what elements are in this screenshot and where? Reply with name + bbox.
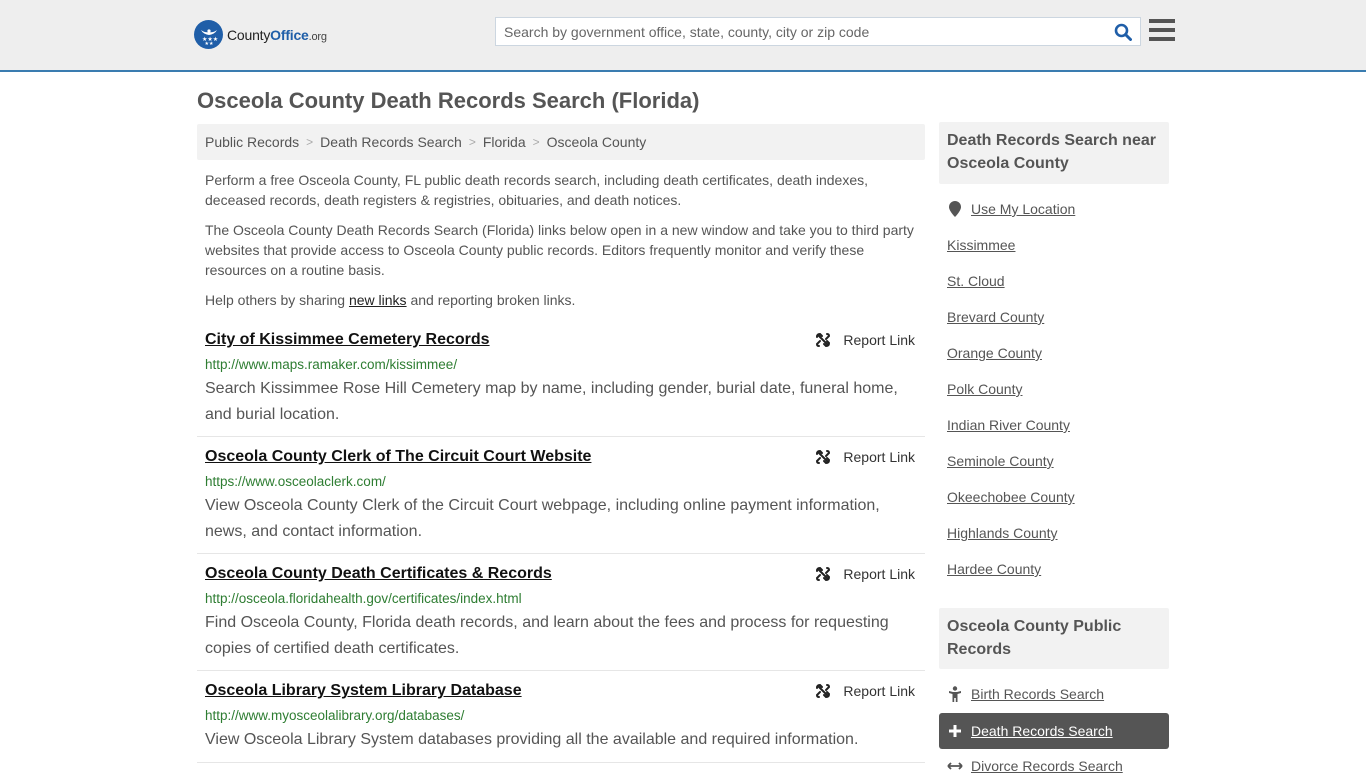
listing-item: City of Kissimmee Cemetery Records Repor… bbox=[197, 331, 925, 437]
arrows-horizontal-icon bbox=[947, 761, 963, 771]
report-link-label: Report Link bbox=[843, 566, 915, 582]
breadcrumb-public-records[interactable]: Public Records bbox=[205, 134, 299, 150]
nearby-link[interactable]: Okeechobee County bbox=[947, 489, 1075, 505]
broken-link-icon bbox=[816, 332, 831, 348]
nearby-link[interactable]: Hardee County bbox=[947, 561, 1041, 577]
listing-url: http://osceola.floridahealth.gov/certifi… bbox=[205, 591, 522, 606]
breadcrumb-death-records-search[interactable]: Death Records Search bbox=[320, 134, 462, 150]
listing-title-link[interactable]: Osceola County Death Certificates & Reco… bbox=[205, 565, 552, 583]
listing-description: Search Kissimmee Rose Hill Cemetery map … bbox=[205, 380, 898, 423]
intro-paragraph: Perform a free Osceola County, FL public… bbox=[205, 172, 869, 208]
help-paragraph: Help others by sharing new links and rep… bbox=[205, 290, 920, 310]
menu-bar bbox=[1149, 37, 1175, 41]
nearby-link[interactable]: Indian River County bbox=[947, 417, 1070, 433]
menu-bar bbox=[1149, 19, 1175, 23]
listing-description: View Osceola County Clerk of the Circuit… bbox=[205, 497, 880, 540]
report-link-button[interactable]: Report Link bbox=[815, 449, 915, 465]
new-links-link[interactable]: new links bbox=[349, 292, 407, 308]
search-button[interactable] bbox=[1106, 18, 1140, 45]
eagle-stars-icon: ★★★ ★★ bbox=[194, 20, 223, 49]
nearby-link[interactable]: Kissimmee bbox=[947, 237, 1015, 253]
listing-url: https://www.osceolaclerk.com/ bbox=[205, 474, 386, 489]
broken-link-icon bbox=[816, 449, 831, 465]
listing-description: Find Osceola County, Florida death recor… bbox=[205, 614, 889, 657]
listing-url: http://www.myosceolalibrary.org/database… bbox=[205, 708, 465, 723]
report-link-button[interactable]: Report Link bbox=[815, 683, 915, 699]
sidebar-item-divorce-records[interactable]: Divorce Records Search bbox=[947, 758, 1123, 774]
breadcrumb-separator: > bbox=[306, 135, 314, 149]
site-logo[interactable]: ★★★ ★★ CountyOffice.org bbox=[194, 20, 327, 49]
listing-title-link[interactable]: Osceola Library System Library Database bbox=[205, 682, 522, 700]
sidebar-item-death-records[interactable]: Death Records Search bbox=[939, 713, 1169, 749]
disclaimer-paragraph: The Osceola County Death Records Search … bbox=[205, 222, 914, 278]
listing-item: Osceola County Clerk of The Circuit Cour… bbox=[197, 448, 925, 554]
nearby-heading: Death Records Search near Osceola County bbox=[939, 122, 1169, 184]
listing-title-link[interactable]: Osceola County Clerk of The Circuit Cour… bbox=[205, 448, 591, 466]
menu-bar bbox=[1149, 28, 1175, 32]
site-header: ★★★ ★★ CountyOffice.org bbox=[0, 0, 1366, 72]
sidebar-item-birth-records[interactable]: Birth Records Search bbox=[947, 686, 1104, 702]
logo-wordmark: CountyOffice.org bbox=[227, 26, 327, 43]
page-title: Osceola County Death Records Search (Flo… bbox=[197, 88, 700, 113]
report-link-label: Report Link bbox=[843, 449, 915, 465]
search-bar bbox=[495, 17, 1141, 46]
report-link-label: Report Link bbox=[843, 683, 915, 699]
nearby-link[interactable]: Polk County bbox=[947, 381, 1022, 397]
hamburger-menu-button[interactable] bbox=[1149, 19, 1175, 43]
broken-link-icon bbox=[816, 683, 831, 699]
broken-link-icon bbox=[816, 566, 831, 582]
nearby-link[interactable]: Highlands County bbox=[947, 525, 1058, 541]
listing-title-link[interactable]: City of Kissimmee Cemetery Records bbox=[205, 331, 490, 349]
nearby-link[interactable]: Orange County bbox=[947, 345, 1042, 361]
use-my-location[interactable]: Use My Location bbox=[947, 201, 1075, 217]
map-marker-icon bbox=[947, 201, 963, 217]
help-text: Help others by sharing bbox=[205, 292, 349, 308]
nearby-link[interactable]: Brevard County bbox=[947, 309, 1044, 325]
breadcrumb-separator: > bbox=[468, 135, 476, 149]
report-link-button[interactable]: Report Link bbox=[815, 332, 915, 348]
listing-description: View Osceola Library System databases pr… bbox=[205, 731, 859, 748]
help-text: and reporting broken links. bbox=[406, 292, 576, 308]
birth-records-link[interactable]: Birth Records Search bbox=[971, 686, 1104, 702]
nearby-link[interactable]: St. Cloud bbox=[947, 273, 1005, 289]
svg-text:★★: ★★ bbox=[204, 41, 213, 46]
child-icon bbox=[947, 686, 963, 702]
breadcrumb: Public Records > Death Records Search > … bbox=[197, 124, 925, 160]
report-link-label: Report Link bbox=[843, 332, 915, 348]
report-link-button[interactable]: Report Link bbox=[815, 566, 915, 582]
use-my-location-link[interactable]: Use My Location bbox=[971, 201, 1075, 217]
divorce-records-link[interactable]: Divorce Records Search bbox=[971, 758, 1123, 774]
breadcrumb-separator: > bbox=[532, 135, 540, 149]
breadcrumb-osceola-county[interactable]: Osceola County bbox=[547, 134, 647, 150]
listing-url: http://www.maps.ramaker.com/kissimmee/ bbox=[205, 357, 458, 372]
nearby-link[interactable]: Seminole County bbox=[947, 453, 1054, 469]
search-icon bbox=[1114, 23, 1132, 41]
death-records-link[interactable]: Death Records Search bbox=[971, 723, 1113, 739]
search-input[interactable] bbox=[496, 18, 1106, 45]
listing-item: Osceola Library System Library Database … bbox=[197, 682, 925, 763]
breadcrumb-florida[interactable]: Florida bbox=[483, 134, 526, 150]
listing-item: Osceola County Death Certificates & Reco… bbox=[197, 565, 925, 671]
plus-icon bbox=[947, 725, 963, 737]
public-records-heading: Osceola County Public Records bbox=[939, 608, 1169, 669]
